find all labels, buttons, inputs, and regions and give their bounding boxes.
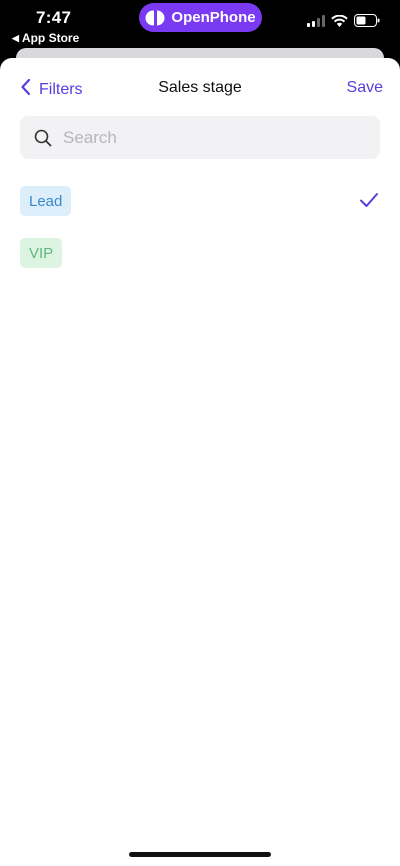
nav-bar: Sales stage Filters Save: [0, 58, 400, 118]
sales-stage-sheet: Sales stage Filters Save Lead: [0, 58, 400, 866]
back-button[interactable]: Filters: [20, 78, 83, 101]
wifi-icon: [331, 14, 348, 32]
back-button-label: Filters: [39, 80, 83, 98]
option-vip[interactable]: VIP: [0, 234, 400, 274]
search-bar[interactable]: [20, 116, 380, 159]
checkmark-icon: [359, 192, 379, 208]
status-bar: 7:47 ◀ App Store OpenPhone: [0, 0, 400, 48]
home-indicator[interactable]: [129, 852, 271, 857]
chevron-left-icon: [20, 78, 31, 101]
status-icons: [307, 14, 380, 32]
back-triangle-icon: ◀: [12, 32, 19, 43]
app-pill-label: OpenPhone: [171, 9, 256, 26]
search-icon: [34, 129, 52, 147]
search-input[interactable]: [61, 126, 365, 149]
option-lead[interactable]: Lead: [0, 182, 400, 222]
save-button[interactable]: Save: [347, 79, 383, 97]
openphone-logo-icon: [145, 9, 165, 26]
battery-icon: [354, 14, 380, 32]
back-to-app-label: App Store: [21, 31, 80, 45]
signal-icon: [307, 14, 325, 32]
app-pill[interactable]: OpenPhone: [139, 3, 262, 32]
back-to-app-link[interactable]: ◀ App Store: [12, 31, 79, 45]
tag-vip: VIP: [20, 238, 63, 268]
tag-lead: Lead: [20, 186, 72, 216]
status-time: 7:47: [36, 8, 72, 27]
